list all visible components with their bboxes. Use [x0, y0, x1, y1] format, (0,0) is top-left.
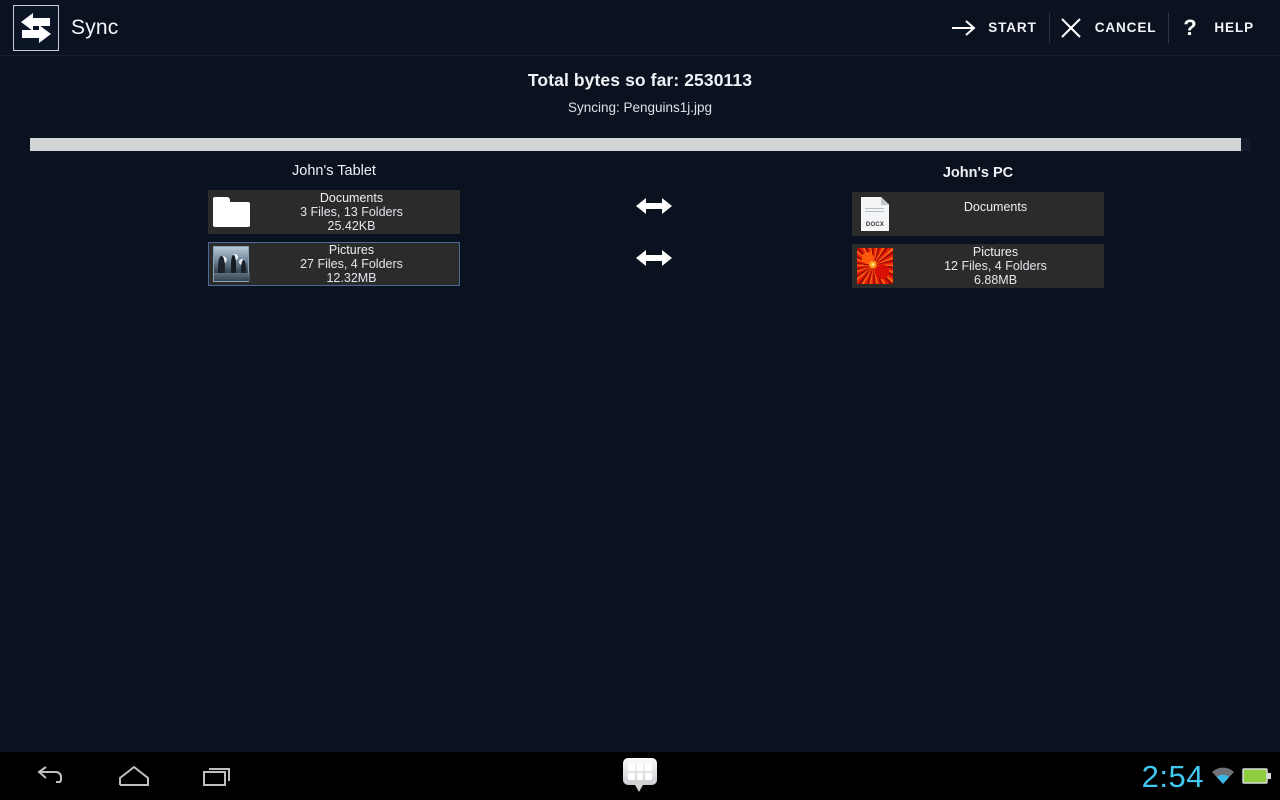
help-button[interactable]: ? HELP: [1169, 9, 1266, 47]
folder-meta: 3 Files, 13 Folders: [300, 205, 403, 219]
folder-meta: 27 Files, 4 Folders: [300, 257, 403, 271]
folder-row-text: Documents 3 Files, 13 Folders 25.42KB: [250, 191, 459, 233]
folder-name: Pictures: [972, 245, 1019, 259]
action-bar-actions: START CANCEL ? HELP: [943, 0, 1280, 56]
cancel-button[interactable]: CANCEL: [1050, 9, 1169, 47]
system-navigation-bar: 2:54: [0, 752, 1280, 800]
question-mark-icon: ?: [1177, 15, 1203, 41]
folder-name: Documents: [963, 200, 1028, 214]
start-button[interactable]: START: [943, 9, 1049, 47]
folder-size: 12.32MB: [326, 271, 377, 285]
back-button[interactable]: [21, 754, 79, 798]
close-x-icon: [1058, 15, 1084, 41]
total-bytes-text: Total bytes so far: 2530113: [527, 70, 753, 90]
folder-row-right-documents[interactable]: DOCX Documents: [852, 192, 1104, 236]
help-button-label: HELP: [1214, 20, 1254, 35]
folder-size: 25.42KB: [327, 219, 376, 233]
recent-apps-button[interactable]: [189, 754, 247, 798]
sync-progress-bar: [30, 138, 1250, 151]
folder-row-left-pictures[interactable]: Pictures 27 Files, 4 Folders 12.32MB: [208, 242, 460, 286]
battery-icon: [1242, 768, 1271, 784]
double-arrow-icon: [636, 250, 672, 266]
syncing-file-text: Syncing: Penguins1j.jpg: [567, 100, 713, 115]
folder-name: Documents: [319, 191, 384, 205]
app-title: Sync: [71, 15, 119, 39]
home-icon: [119, 765, 149, 786]
folder-icon: [212, 193, 250, 231]
home-button[interactable]: [105, 754, 163, 798]
sync-status-block: Total bytes so far: 2530113 Syncing: Pen…: [0, 70, 1280, 115]
recent-apps-icon: [203, 768, 230, 786]
folder-size: 6.88MB: [973, 273, 1018, 287]
double-arrow-icon: [636, 198, 672, 214]
keyboard-switcher-icon[interactable]: [623, 758, 657, 794]
app-icon[interactable]: [13, 4, 59, 51]
svg-text:?: ?: [1184, 16, 1197, 40]
status-icons-area: 2:54: [1142, 761, 1272, 792]
folder-name: Pictures: [328, 243, 375, 257]
penguins-thumbnail: [212, 245, 250, 283]
red-flower-thumbnail: [856, 247, 894, 285]
action-bar: Sync START CANCEL ? HELP: [0, 0, 1280, 56]
wifi-icon: [1212, 767, 1234, 784]
cancel-button-label: CANCEL: [1094, 20, 1157, 35]
device-title-right: John's PC: [942, 165, 1014, 181]
folder-row-left-documents[interactable]: Documents 3 Files, 13 Folders 25.42KB: [208, 190, 460, 234]
back-icon: [37, 766, 62, 783]
sync-link-documents[interactable]: [632, 180, 676, 232]
system-clock: 2:54: [1141, 758, 1204, 794]
folder-row-text: Pictures 12 Files, 4 Folders 6.88MB: [894, 245, 1103, 287]
folder-meta: 12 Files, 4 Folders: [944, 259, 1047, 273]
folder-row-right-pictures[interactable]: Pictures 12 Files, 4 Folders 6.88MB: [852, 244, 1104, 288]
system-nav-buttons: [0, 754, 260, 798]
sync-progress-fill: [30, 138, 1242, 151]
start-button-label: START: [988, 20, 1037, 35]
device-title-left: John's Tablet: [292, 163, 376, 179]
sync-arrows-icon: [21, 12, 51, 43]
folder-row-text: Documents: [894, 200, 1103, 228]
sync-link-pictures[interactable]: [632, 232, 676, 284]
device-panel-left: John's Tablet Documents 3 Files, 13 Fold…: [208, 160, 460, 286]
action-bar-left: Sync: [0, 4, 119, 51]
docx-file-icon: DOCX: [856, 195, 894, 233]
arrow-right-icon: [951, 15, 977, 41]
sync-link-column: [632, 160, 676, 284]
device-panel-right: John's PC DOCX Documents Pictures 12 Fil…: [852, 160, 1104, 288]
folder-row-text: Pictures 27 Files, 4 Folders 12.32MB: [250, 243, 459, 285]
